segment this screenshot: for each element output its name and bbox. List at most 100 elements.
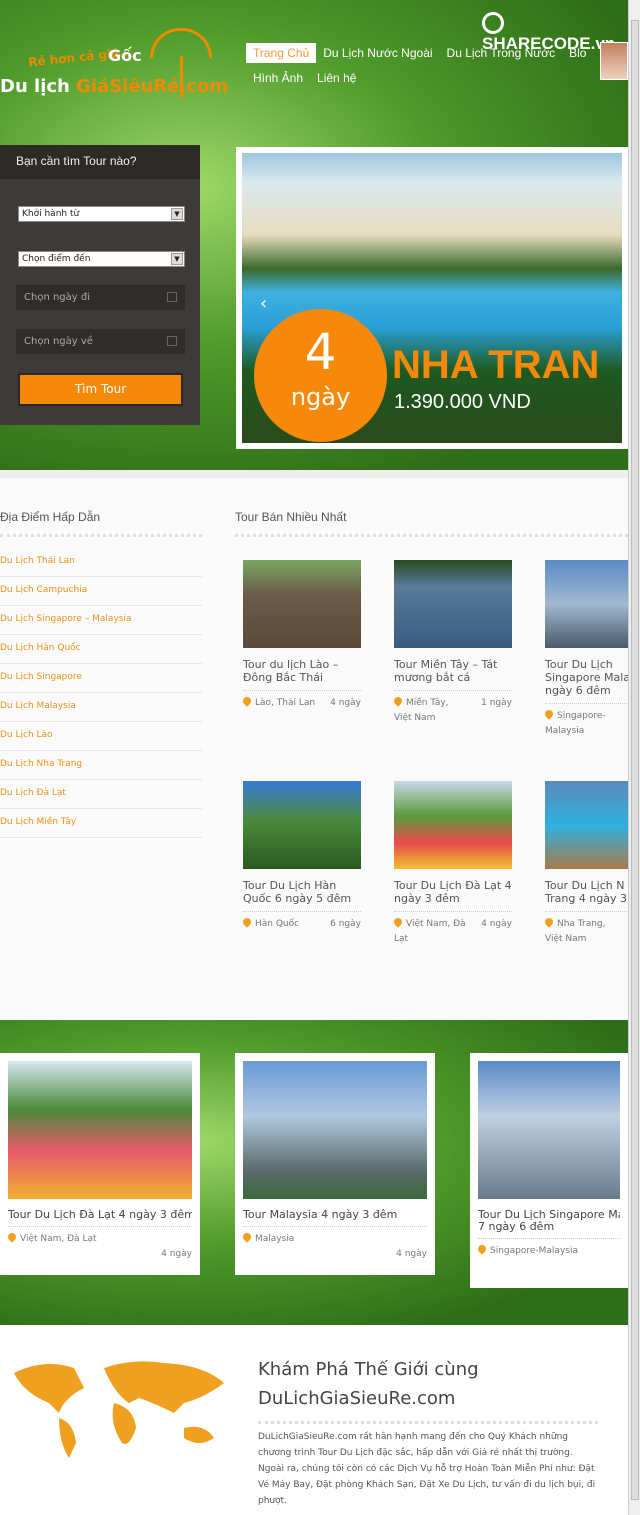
place-link[interactable]: Du Lịch Nha Trang bbox=[0, 751, 202, 780]
tour-thumbnail[interactable] bbox=[8, 1061, 192, 1199]
tour-title[interactable]: Tour Miền Tây – Tát mương bắt cá bbox=[394, 658, 512, 691]
place-link[interactable]: Du Lịch Malaysia bbox=[0, 693, 202, 722]
calendar-icon[interactable] bbox=[167, 292, 177, 302]
nav-trang-chu[interactable]: Trang Chủ bbox=[246, 43, 317, 63]
search-title: Bạn cần tìm Tour nào? bbox=[0, 145, 200, 179]
location-pin-icon bbox=[6, 1231, 18, 1243]
tour-title[interactable]: Tour Du Lịch Singapore Ma 7 ngày 6 đêm bbox=[478, 1209, 620, 1239]
about-title: Khám Phá Thế Giới cùng DuLichGiaSieuRe.co… bbox=[258, 1355, 598, 1424]
tour-thumbnail[interactable] bbox=[545, 781, 640, 869]
featured-tour-card[interactable]: Tour Du Lịch Đà Lạt 4 ngày 3 đêm Việt Nam… bbox=[0, 1053, 200, 1275]
places-list: Du Lịch Thái Lan Du Lịch Campuchia Du Lịch… bbox=[0, 548, 202, 838]
tour-card[interactable]: Tour Miền Tây – Tát mương bắt cá Miền Tây,… bbox=[392, 560, 512, 726]
place-link[interactable]: Du Lịch Hàn Quốc bbox=[0, 635, 202, 664]
world-map-image bbox=[14, 1361, 224, 1458]
tour-meta: Miền Tây, Việt Nam 1 ngày bbox=[392, 695, 512, 726]
tour-title[interactable]: Tour Du Lịch N Trang 4 ngày 3 bbox=[545, 879, 640, 912]
bestsellers-heading: Tour Bán Nhiều Nhất bbox=[235, 510, 628, 537]
days-number: 4 bbox=[304, 323, 337, 381]
tour-thumbnail[interactable] bbox=[545, 560, 640, 648]
tour-duration: 4 ngày bbox=[396, 1249, 427, 1259]
place-link[interactable]: Du Lịch Miền Tây bbox=[0, 809, 202, 838]
tour-title[interactable]: Tour Du Lịch Singapore Mala ngày 6 đêm bbox=[545, 658, 640, 704]
tour-title-line: ngày 3 đêm bbox=[394, 892, 460, 905]
featured-tour-card[interactable]: Tour Malaysia 4 ngày 3 đêm Malaysia 4 ngày bbox=[235, 1053, 435, 1275]
return-date-input[interactable]: Chọn ngày về bbox=[16, 329, 185, 354]
tour-location: Việt Nam, Đà Lạt bbox=[20, 1234, 97, 1244]
featured-tour-card[interactable]: Tour Du Lịch Singapore Ma 7 ngày 6 đêm Sin… bbox=[470, 1053, 628, 1288]
logo-text: Du lịch GiáSiêuRẻ.com bbox=[0, 76, 228, 97]
departure-date-placeholder: Chọn ngày đi bbox=[24, 292, 90, 303]
location-pin-icon bbox=[392, 695, 404, 707]
tour-card[interactable]: Tour du lịch Lào – Đông Bắc Thái Lào, Thái… bbox=[241, 560, 361, 711]
tour-title[interactable]: Tour Du Lịch Đà Lạt 4 ngày 3 đêm bbox=[394, 879, 512, 912]
location-pin-icon bbox=[476, 1243, 488, 1255]
tour-thumbnail[interactable] bbox=[243, 560, 361, 648]
tour-thumbnail[interactable] bbox=[394, 560, 512, 648]
tour-title[interactable]: Tour Du Lịch Đà Lạt 4 ngày 3 đêm bbox=[8, 1209, 192, 1227]
tour-meta: Malaysia bbox=[241, 1231, 427, 1244]
tour-location: Singapore-Malaysia bbox=[545, 711, 606, 736]
tour-title[interactable]: Tour Du Lịch Hàn Quốc 6 ngày 5 đêm bbox=[243, 879, 361, 912]
tour-title-line: Tour Du Lịch N bbox=[545, 879, 625, 892]
tour-card[interactable]: Tour Du Lịch Hàn Quốc 6 ngày 5 đêm Hàn Quố… bbox=[241, 781, 361, 932]
place-link[interactable]: Du Lịch Thái Lan bbox=[0, 548, 202, 577]
tour-title-line: Tour Miền Tây – Tát bbox=[394, 658, 498, 671]
departure-value: Khởi hành từ bbox=[22, 209, 80, 219]
destination-value: Chọn điểm đến bbox=[22, 254, 91, 264]
tour-thumbnail[interactable] bbox=[243, 781, 361, 869]
tour-card[interactable]: Tour Du Lịch Singapore Mala ngày 6 đêm Sing… bbox=[543, 560, 640, 739]
departure-select[interactable]: Khởi hành từ ▼ bbox=[18, 206, 185, 222]
tour-meta: Singapore-Malaysia bbox=[476, 1243, 620, 1256]
site-logo[interactable]: Rẻ hơn cả giá... Gốc Du lịch GiáSiêuRẻ.c… bbox=[0, 28, 228, 108]
departure-date-input[interactable]: Chọn ngày đi bbox=[16, 285, 185, 310]
place-link[interactable]: Du Lịch Đà Lạt bbox=[0, 780, 202, 809]
tour-title[interactable]: Tour du lịch Lào – Đông Bắc Thái bbox=[243, 658, 361, 691]
tour-thumbnail[interactable] bbox=[243, 1061, 427, 1199]
location-pin-icon bbox=[543, 708, 555, 720]
search-tour-button[interactable]: Tìm Tour bbox=[18, 373, 183, 406]
place-link[interactable]: Du Lịch Campuchia bbox=[0, 577, 202, 606]
place-link[interactable]: Du Lịch Lào bbox=[0, 722, 202, 751]
logo-text-2: GiáSiêuRẻ bbox=[76, 76, 180, 97]
tour-search-box: Bạn cần tìm Tour nào? Khởi hành từ ▼ Chọn… bbox=[0, 145, 200, 425]
avatar[interactable] bbox=[600, 42, 628, 80]
place-link[interactable]: Du Lịch Singapore – Malaysia bbox=[0, 606, 202, 635]
sharecode-logo-icon bbox=[482, 12, 504, 34]
chevron-down-icon: ▼ bbox=[171, 253, 183, 265]
location-pin-icon bbox=[241, 916, 253, 928]
place-link[interactable]: Du Lịch Singapore bbox=[0, 664, 202, 693]
location-pin-icon bbox=[392, 916, 404, 928]
tour-card[interactable]: Tour Du Lịch N Trang 4 ngày 3 Nha Trang, V… bbox=[543, 781, 640, 947]
tour-meta: Hàn Quốc 6 ngày bbox=[241, 916, 361, 932]
tour-title-line: Trang 4 ngày 3 bbox=[545, 892, 628, 905]
tour-meta: Việt Nam, Đà Lạt 4 ngày bbox=[392, 916, 512, 947]
calendar-icon[interactable] bbox=[167, 336, 177, 346]
tour-thumbnail[interactable] bbox=[394, 781, 512, 869]
tour-title-line: Tour Malaysia 4 ngày 3 đêm bbox=[243, 1209, 398, 1221]
tour-card[interactable]: Tour Du Lịch Đà Lạt 4 ngày 3 đêm Việt Nam,… bbox=[392, 781, 512, 947]
tour-title[interactable]: Tour Malaysia 4 ngày 3 đêm bbox=[243, 1209, 427, 1227]
days-badge: 4 ngày bbox=[258, 313, 383, 438]
about-text: DuLichGiaSieuRe.com rất hân hạnh mang đế… bbox=[258, 1432, 596, 1506]
tour-thumbnail[interactable] bbox=[478, 1061, 620, 1199]
destination-select[interactable]: Chọn điểm đến ▼ bbox=[18, 251, 185, 267]
location-pin-icon bbox=[241, 695, 253, 707]
places-heading: Địa Điểm Hấp Dẫn bbox=[0, 510, 202, 537]
tour-meta: Việt Nam, Đà Lạt bbox=[6, 1231, 192, 1244]
logo-text-3: .com bbox=[179, 76, 229, 97]
location-pin-icon bbox=[543, 916, 555, 928]
tour-duration: 6 ngày bbox=[330, 919, 361, 929]
page-scrollbar[interactable] bbox=[628, 0, 640, 1515]
tour-duration: 4 ngày bbox=[330, 698, 361, 708]
nav-du-lich-nuoc-ngoai[interactable]: Du Lịch Nước Ngoài bbox=[316, 43, 439, 63]
tour-title-line: Quốc 6 ngày 5 đêm bbox=[243, 892, 352, 905]
banner-image[interactable]: ‹ 4 ngày NHA TRAN 1.390.000 VND bbox=[242, 153, 622, 443]
nav-lien-he[interactable]: Liên hệ bbox=[310, 68, 363, 88]
scrollbar-thumb[interactable] bbox=[631, 20, 639, 1500]
nav-hinh-anh[interactable]: Hình Ảnh bbox=[246, 68, 310, 88]
banner-slider: ‹ 4 ngày NHA TRAN 1.390.000 VND bbox=[236, 147, 628, 449]
return-date-placeholder: Chọn ngày về bbox=[24, 336, 93, 347]
chevron-left-icon[interactable]: ‹ bbox=[260, 293, 267, 314]
tour-location: Nha Trang, Việt Nam bbox=[545, 919, 606, 944]
